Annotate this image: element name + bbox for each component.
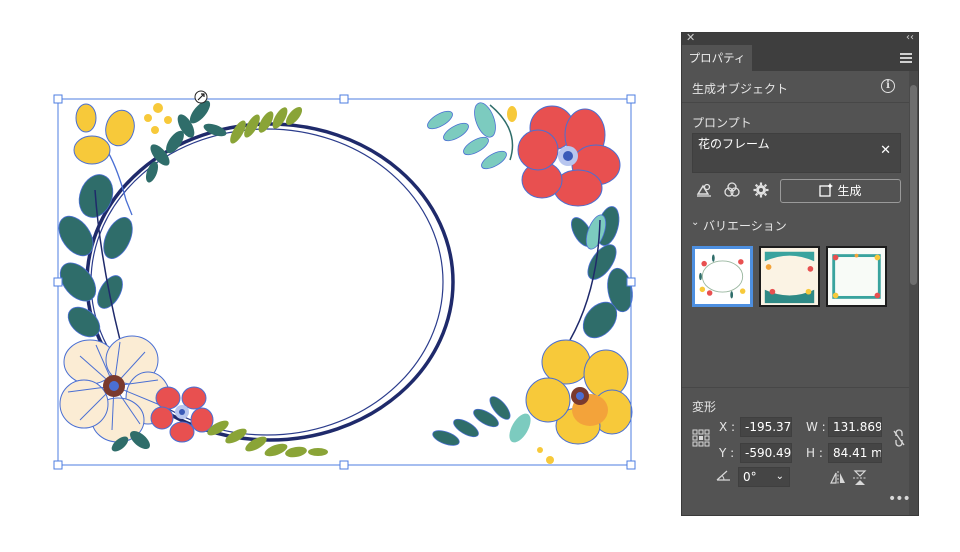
close-icon[interactable]: ✕	[686, 31, 695, 45]
prompt-text: 花のフレーム	[698, 137, 770, 151]
flip-vertical-icon[interactable]	[853, 470, 867, 486]
collapse-icon[interactable]: ‹‹	[906, 31, 914, 45]
link-proportions-icon[interactable]	[892, 429, 906, 447]
variation-thumbnail-3[interactable]	[826, 246, 887, 307]
h-label: H :	[806, 446, 823, 460]
prompt-input[interactable]: 花のフレーム ✕	[692, 133, 901, 173]
floral-frame-artwork[interactable]	[52, 97, 636, 464]
panel-menu-icon[interactable]	[900, 53, 912, 63]
resize-handle-top[interactable]	[339, 94, 349, 104]
tab-properties[interactable]: プロパティ	[682, 45, 752, 71]
resize-handle-left[interactable]	[53, 277, 63, 287]
panel-scrollbar-thumb[interactable]	[910, 85, 917, 285]
angle-icon	[716, 470, 730, 481]
settings-icon[interactable]	[752, 181, 770, 199]
panel-tab-bar: プロパティ	[682, 45, 918, 71]
generate-button[interactable]: 生成	[780, 179, 901, 203]
variation-thumbnail-1[interactable]	[692, 246, 753, 307]
cream-flower-bottom-left	[59, 335, 171, 443]
transform-label: 変形	[692, 400, 717, 414]
rotation-angle-field[interactable]: 0° ⌄	[738, 467, 790, 487]
y-label: Y :	[719, 446, 735, 460]
resize-handle-right[interactable]	[626, 277, 636, 287]
y-position-field[interactable]: -590.49	[740, 443, 792, 463]
section-title-generated-object: 生成オブジェクト	[692, 82, 789, 96]
height-field[interactable]: 84.41 m	[828, 443, 882, 463]
color-icon[interactable]	[723, 181, 741, 199]
red-flower-top-right	[427, 102, 621, 207]
x-label: X :	[719, 420, 736, 434]
generate-label: 生成	[837, 184, 862, 198]
reference-point-icon[interactable]	[692, 429, 710, 447]
resize-handle-bottom-right[interactable]	[626, 460, 636, 470]
width-field[interactable]: 131.869	[828, 417, 882, 437]
panel-title-strip: ✕ ‹‹	[682, 31, 918, 45]
chevron-down-icon[interactable]: ⌄	[776, 468, 784, 486]
more-options-icon[interactable]: •••	[888, 491, 911, 507]
variations-label[interactable]: バリエーション	[703, 217, 787, 234]
resize-handle-top-right[interactable]	[626, 94, 636, 104]
flip-horizontal-icon[interactable]	[830, 471, 846, 485]
generate-icon	[819, 183, 834, 197]
red-flower-bottom	[150, 386, 214, 443]
rotation-angle-value: 0°	[743, 470, 757, 484]
chevron-down-icon[interactable]: ⌄	[691, 217, 699, 228]
yellow-flower-bottom-right	[432, 339, 633, 464]
section-divider	[682, 102, 910, 103]
x-position-field[interactable]: -195.37	[740, 417, 792, 437]
resize-handle-bottom-left[interactable]	[53, 460, 63, 470]
w-label: W :	[806, 420, 826, 434]
style-reference-icon[interactable]	[695, 181, 713, 199]
rotate-handle-icon[interactable]	[194, 90, 208, 104]
section-divider	[682, 387, 910, 388]
prompt-label: プロンプト	[692, 116, 752, 130]
info-icon[interactable]: i	[881, 79, 895, 93]
properties-panel: ✕ ‹‹ プロパティ 生成オブジェクト i プロンプト 花のフレーム ✕ 生成 …	[681, 31, 919, 516]
variation-thumbnail-2[interactable]	[759, 246, 820, 307]
clear-icon[interactable]: ✕	[880, 144, 891, 158]
resize-handle-bottom[interactable]	[339, 460, 349, 470]
resize-handle-top-left[interactable]	[53, 94, 63, 104]
artboard-canvas[interactable]	[0, 0, 680, 552]
